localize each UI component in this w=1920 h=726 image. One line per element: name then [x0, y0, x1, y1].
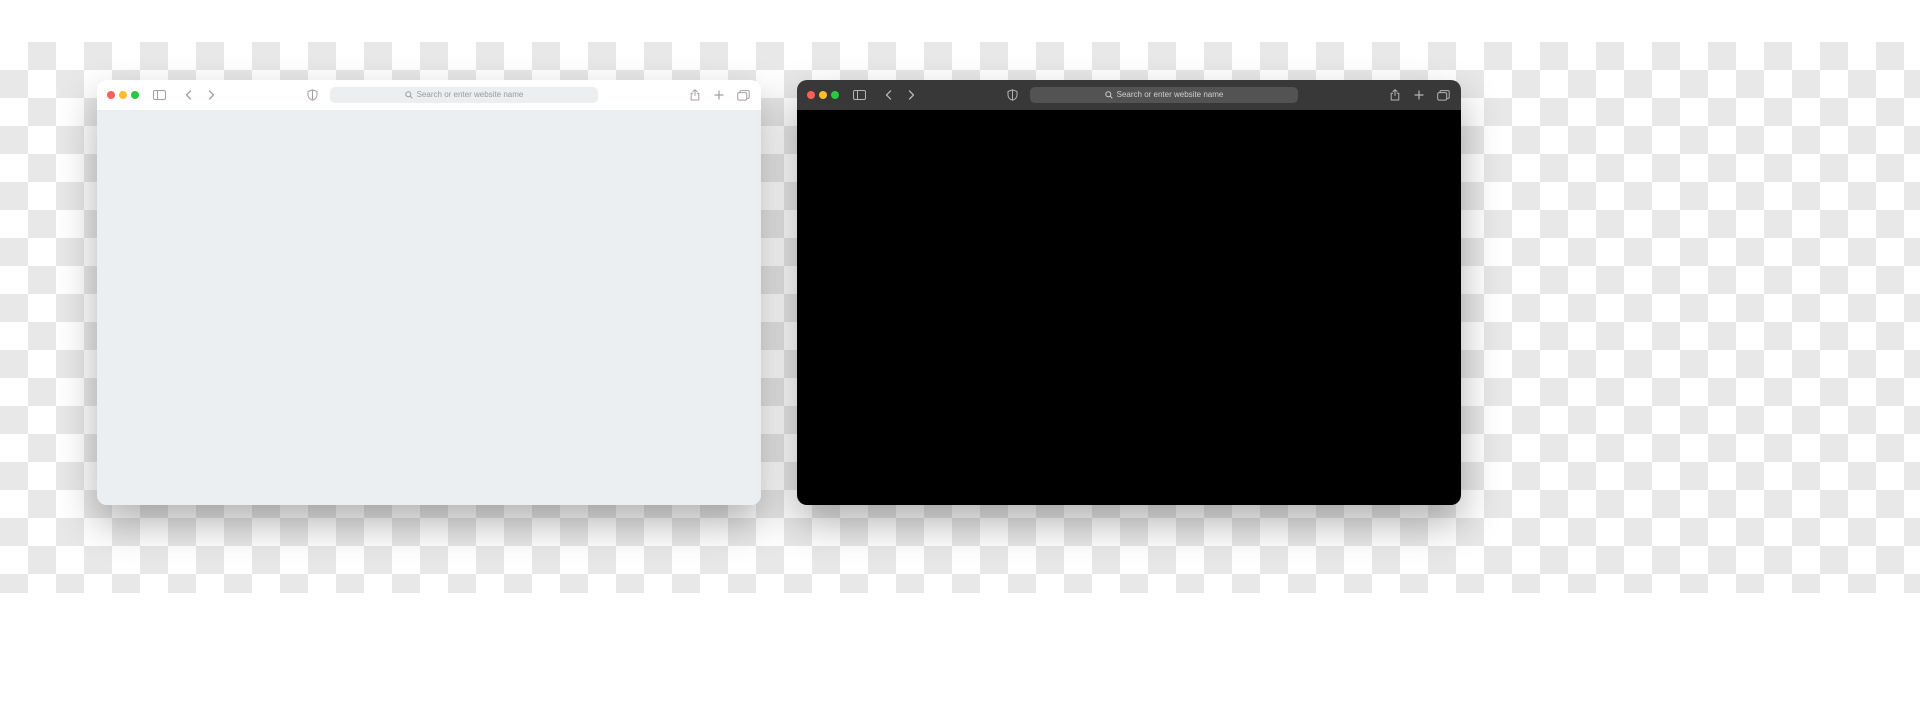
- close-button[interactable]: [807, 91, 815, 99]
- page-viewport: [97, 110, 761, 505]
- sidebar-toggle-icon[interactable]: [851, 87, 867, 103]
- traffic-lights: [107, 91, 139, 99]
- privacy-report-icon[interactable]: [1004, 87, 1020, 103]
- toolbar: Search or enter website name: [97, 80, 761, 110]
- new-tab-button[interactable]: [1411, 87, 1427, 103]
- privacy-report-icon[interactable]: [304, 87, 320, 103]
- search-icon: [1105, 91, 1113, 99]
- forward-button[interactable]: [203, 87, 219, 103]
- maximize-button[interactable]: [131, 91, 139, 99]
- address-bar[interactable]: Search or enter website name: [330, 87, 598, 103]
- tab-overview-button[interactable]: [735, 87, 751, 103]
- browser-window-dark: Search or enter website name: [797, 80, 1461, 505]
- share-button[interactable]: [1387, 87, 1403, 103]
- new-tab-button[interactable]: [711, 87, 727, 103]
- forward-button[interactable]: [903, 87, 919, 103]
- share-button[interactable]: [687, 87, 703, 103]
- page-viewport: [797, 110, 1461, 505]
- close-button[interactable]: [107, 91, 115, 99]
- search-icon: [405, 91, 413, 99]
- address-bar[interactable]: Search or enter website name: [1030, 87, 1298, 103]
- traffic-lights: [807, 91, 839, 99]
- sidebar-toggle-icon[interactable]: [151, 87, 167, 103]
- tab-overview-button[interactable]: [1435, 87, 1451, 103]
- browser-window-light: Search or enter website name: [97, 80, 761, 505]
- toolbar: Search or enter website name: [797, 80, 1461, 110]
- back-button[interactable]: [881, 87, 897, 103]
- back-button[interactable]: [181, 87, 197, 103]
- minimize-button[interactable]: [819, 91, 827, 99]
- minimize-button[interactable]: [119, 91, 127, 99]
- address-bar-placeholder: Search or enter website name: [1117, 91, 1224, 99]
- address-bar-placeholder: Search or enter website name: [417, 91, 524, 99]
- maximize-button[interactable]: [831, 91, 839, 99]
